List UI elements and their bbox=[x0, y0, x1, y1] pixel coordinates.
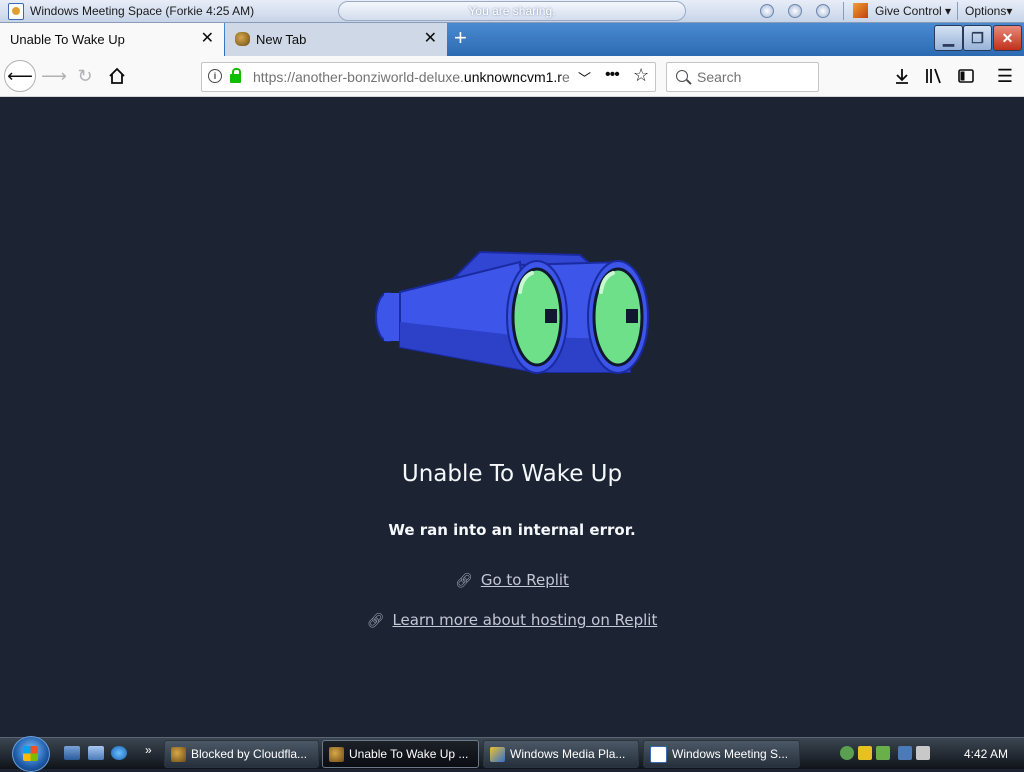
options-button[interactable]: Options▾ bbox=[965, 4, 1012, 18]
close-tab-icon[interactable]: ✕ bbox=[424, 31, 437, 47]
restore-button[interactable]: ❐ bbox=[963, 25, 992, 51]
back-arrow-icon: ⟵ bbox=[7, 65, 33, 86]
stop-sharing-icon[interactable] bbox=[760, 4, 774, 18]
bonzi-icon bbox=[171, 746, 186, 762]
taskbar-button-unable-to-wake-up[interactable]: Unable To Wake Up ... bbox=[322, 740, 479, 768]
page-content: Unable To Wake Up We ran into an interna… bbox=[0, 97, 1024, 737]
minimize-button[interactable]: ▁ bbox=[934, 25, 963, 51]
show-desktop-icon[interactable] bbox=[64, 746, 80, 760]
sidebar-button[interactable] bbox=[952, 62, 980, 90]
clock[interactable]: 4:42 AM bbox=[964, 747, 1008, 761]
bookmark-star-icon[interactable]: ☆ bbox=[633, 65, 649, 86]
taskbar-button-label: Blocked by Cloudfla... bbox=[191, 747, 308, 761]
sharing-status: You are sharing. bbox=[338, 1, 686, 21]
switch-windows-icon[interactable] bbox=[88, 746, 104, 760]
pause-sharing-icon[interactable] bbox=[788, 4, 802, 18]
taskbar-button-windows-meeting-space[interactable]: Windows Meeting S... bbox=[643, 740, 800, 768]
navigation-toolbar: ⟵ ⟶ ↻ i https://another-bonziworld-delux… bbox=[0, 56, 1024, 97]
divider bbox=[843, 2, 844, 20]
learn-more-link-row: 🔗︎ Learn more about hosting on Replit bbox=[0, 611, 1024, 629]
search-box[interactable] bbox=[666, 62, 819, 92]
give-control-icon bbox=[853, 3, 868, 18]
download-icon bbox=[896, 69, 908, 84]
learn-more-hosting-link[interactable]: Learn more about hosting on Replit bbox=[392, 611, 657, 629]
address-bar[interactable]: i https://another-bonziworld-deluxe.unkn… bbox=[201, 62, 656, 92]
start-button[interactable] bbox=[12, 736, 50, 772]
go-to-replit-link-row: 🔗︎ Go to Replit bbox=[0, 571, 1024, 589]
lock-icon[interactable] bbox=[230, 68, 241, 83]
bonzi-icon bbox=[235, 32, 250, 46]
search-input[interactable] bbox=[697, 69, 807, 85]
meeting-space-title: Windows Meeting Space (Forkie 4:25 AM) bbox=[30, 4, 255, 18]
url-tail: e bbox=[561, 69, 570, 85]
sharing-status-text: You are sharing. bbox=[468, 4, 556, 18]
close-tab-icon[interactable]: ✕ bbox=[201, 31, 214, 47]
url-dropdown-icon[interactable]: ﹀ bbox=[578, 68, 591, 87]
new-tab-button[interactable]: + bbox=[454, 25, 467, 51]
taskbar-button-label: Windows Meeting S... bbox=[672, 747, 789, 761]
volume-muted-icon[interactable] bbox=[916, 746, 930, 760]
go-to-replit-link[interactable]: Go to Replit bbox=[481, 571, 569, 589]
close-window-button[interactable]: ✕ bbox=[993, 25, 1022, 51]
url-domain: unknowncvm1.r bbox=[463, 69, 562, 85]
internet-explorer-icon[interactable] bbox=[111, 746, 127, 760]
taskbar-button-blocked-by-cloudflare[interactable]: Blocked by Cloudfla... bbox=[164, 740, 319, 768]
taskbar: » Blocked by Cloudfla... Unable To Wake … bbox=[0, 736, 1024, 772]
home-icon bbox=[109, 67, 125, 84]
tab-new-tab[interactable]: New Tab ✕ bbox=[225, 23, 447, 56]
network-icon[interactable] bbox=[898, 746, 912, 760]
sidebar-icon bbox=[958, 69, 974, 83]
taskbar-button-windows-media-player[interactable]: Windows Media Pla... bbox=[483, 740, 639, 768]
error-description: We ran into an internal error. bbox=[388, 521, 636, 539]
tab-strip: Unable To Wake Up ✕ New Tab ✕ + ▁ ❐ ✕ bbox=[0, 23, 1024, 56]
taskbar-button-label: Unable To Wake Up ... bbox=[349, 747, 469, 761]
link-icon: 🔗︎ bbox=[366, 613, 385, 629]
media-player-icon bbox=[490, 746, 505, 762]
give-control-button[interactable]: Give Control ▾ bbox=[875, 4, 951, 18]
meeting-space-icon bbox=[650, 745, 667, 763]
tab-unable-to-wake-up[interactable]: Unable To Wake Up ✕ bbox=[0, 23, 224, 56]
link-icon: 🔗︎ bbox=[455, 573, 473, 589]
taskbar-button-label: Windows Media Pla... bbox=[510, 747, 626, 761]
library-button[interactable] bbox=[920, 62, 948, 90]
url-text[interactable]: https://another-bonziworld-deluxe.unknow… bbox=[253, 69, 573, 85]
sharing-settings-icon[interactable] bbox=[816, 4, 830, 18]
security-shield-icon[interactable] bbox=[858, 746, 872, 760]
quick-launch-more-icon[interactable]: » bbox=[145, 743, 152, 757]
meeting-tray-icon[interactable] bbox=[876, 746, 890, 760]
tab-label: Unable To Wake Up bbox=[10, 32, 125, 47]
library-icon bbox=[926, 68, 941, 84]
reload-icon: ↻ bbox=[77, 65, 93, 86]
system-tray: 4:42 AM bbox=[836, 740, 1024, 768]
search-icon bbox=[676, 70, 688, 82]
people-near-me-icon[interactable] bbox=[840, 746, 854, 760]
back-button[interactable]: ⟵ bbox=[4, 60, 36, 92]
page-actions-icon[interactable]: ••• bbox=[605, 66, 620, 84]
home-button[interactable] bbox=[103, 62, 131, 90]
reload-button[interactable]: ↻ bbox=[71, 62, 99, 90]
binoculars-illustration bbox=[375, 250, 649, 374]
tab-label: New Tab bbox=[256, 32, 307, 47]
site-info-icon[interactable]: i bbox=[208, 69, 222, 83]
url-scheme-path: https://another-bonziworl bbox=[253, 69, 407, 85]
forward-arrow-icon: ⟶ bbox=[41, 65, 67, 86]
downloads-button[interactable] bbox=[888, 62, 916, 90]
meeting-space-bar: Windows Meeting Space (Forkie 4:25 AM) Y… bbox=[0, 0, 1024, 23]
meeting-space-icon bbox=[8, 3, 24, 20]
forward-button[interactable]: ⟶ bbox=[40, 62, 68, 90]
error-title: Unable To Wake Up bbox=[401, 461, 623, 487]
url-subdomain: d-deluxe. bbox=[406, 69, 464, 85]
hamburger-menu-icon: ☰ bbox=[996, 65, 1014, 86]
menu-button[interactable]: ☰ bbox=[991, 62, 1019, 90]
bonzi-icon bbox=[329, 746, 344, 762]
divider bbox=[957, 2, 958, 20]
